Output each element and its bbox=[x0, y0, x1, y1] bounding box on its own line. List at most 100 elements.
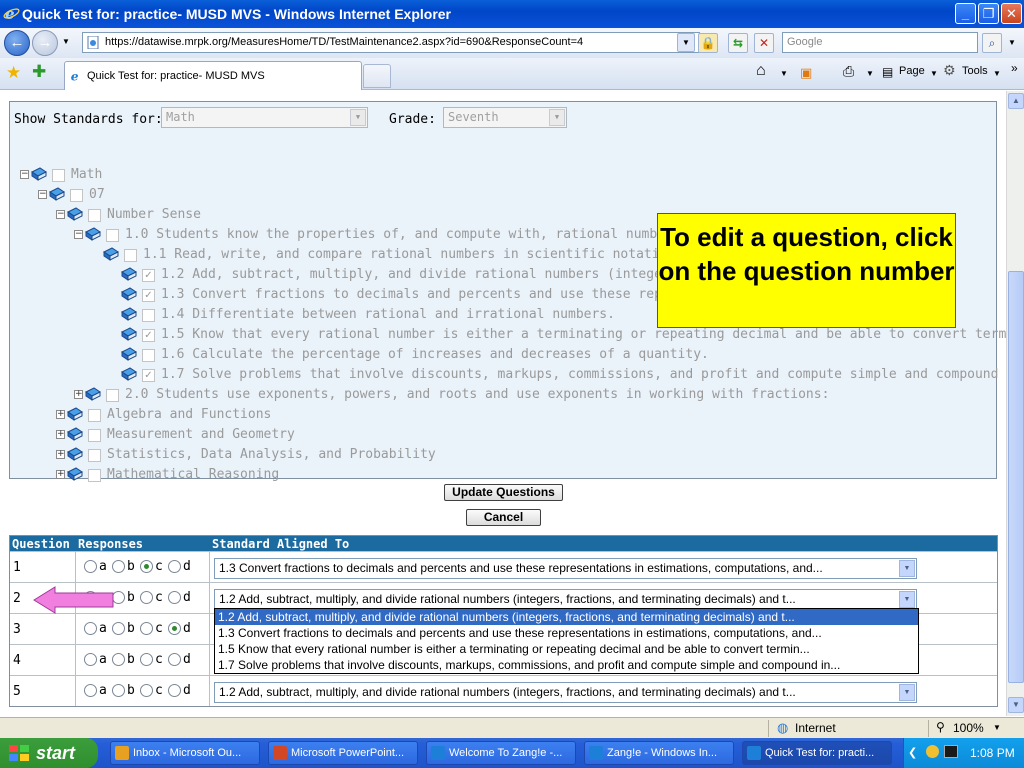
tools-menu[interactable]: Tools bbox=[962, 65, 988, 77]
tree-checkbox[interactable]: ✓ bbox=[142, 269, 155, 282]
standard-dropdown-list[interactable]: 1.2 Add, subtract, multiply, and divide … bbox=[214, 608, 919, 674]
response-radio-b[interactable] bbox=[112, 653, 125, 666]
scroll-up-icon[interactable]: ▲ bbox=[1008, 93, 1024, 109]
response-radio-d[interactable] bbox=[168, 591, 181, 604]
home-icon[interactable]: ⌂ bbox=[756, 62, 766, 80]
stop-button[interactable]: ✕ bbox=[754, 33, 774, 53]
response-radio-a[interactable] bbox=[84, 684, 97, 697]
tree-checkbox[interactable] bbox=[88, 209, 101, 222]
add-favorite-icon[interactable]: ✚ bbox=[32, 62, 46, 82]
print-icon[interactable]: ⎙ bbox=[843, 63, 854, 80]
tree-checkbox[interactable] bbox=[142, 309, 155, 322]
question-number-link[interactable]: 1 bbox=[13, 560, 21, 575]
update-questions-button[interactable]: Update Questions bbox=[444, 484, 563, 501]
tree-checkbox[interactable] bbox=[106, 229, 119, 242]
back-button[interactable]: ← bbox=[4, 30, 30, 56]
response-radio-b[interactable] bbox=[112, 684, 125, 697]
expand-icon[interactable]: + bbox=[56, 450, 65, 459]
feeds-icon[interactable]: ▣ bbox=[800, 65, 812, 81]
response-radio-c[interactable] bbox=[140, 622, 153, 635]
more-commands-icon[interactable]: » bbox=[1011, 61, 1018, 75]
maximize-button[interactable]: ❐ bbox=[978, 3, 999, 24]
recent-pages-dropdown-icon[interactable]: ▼ bbox=[62, 37, 70, 46]
lock-icon[interactable]: 🔒 bbox=[698, 33, 718, 53]
question-number-link[interactable]: 5 bbox=[13, 684, 21, 699]
collapse-icon[interactable]: − bbox=[20, 170, 29, 179]
expand-icon[interactable]: + bbox=[56, 470, 65, 479]
response-radio-c[interactable] bbox=[140, 653, 153, 666]
address-input[interactable]: https://datawise.mrpk.org/MeasuresHome/T… bbox=[82, 32, 700, 53]
question-number-link[interactable]: 4 bbox=[13, 653, 21, 668]
zoom-section[interactable]: ⚲ 100% ▼ bbox=[928, 720, 1024, 737]
response-radio-a[interactable] bbox=[84, 560, 97, 573]
forward-button[interactable]: → bbox=[32, 30, 58, 56]
vertical-scrollbar[interactable]: ▲ ▼ bbox=[1006, 91, 1024, 716]
search-icon[interactable]: ⌕ bbox=[982, 33, 1002, 53]
question-number-link[interactable]: 3 bbox=[13, 622, 21, 637]
home-dropdown-icon[interactable]: ▼ bbox=[780, 69, 788, 78]
response-radio-d[interactable] bbox=[168, 560, 181, 573]
collapse-icon[interactable]: − bbox=[74, 230, 83, 239]
page-menu[interactable]: Page bbox=[899, 65, 925, 77]
tree-checkbox[interactable]: ✓ bbox=[142, 329, 155, 342]
address-dropdown-button[interactable]: ▼ bbox=[677, 33, 695, 52]
response-radio-c[interactable] bbox=[140, 591, 153, 604]
close-button[interactable]: ✕ bbox=[1001, 3, 1022, 24]
tree-checkbox[interactable] bbox=[88, 469, 101, 482]
collapse-icon[interactable]: − bbox=[56, 210, 65, 219]
tree-checkbox[interactable] bbox=[142, 349, 155, 362]
expand-icon[interactable]: + bbox=[56, 430, 65, 439]
print-dropdown-icon[interactable]: ▼ bbox=[866, 69, 874, 78]
tree-checkbox[interactable] bbox=[88, 449, 101, 462]
standard-select[interactable]: 1.3 Convert fractions to decimals and pe… bbox=[214, 558, 917, 579]
scroll-thumb[interactable] bbox=[1008, 271, 1024, 683]
taskbar-item[interactable]: Quick Test for: practi... bbox=[742, 741, 892, 765]
collapse-icon[interactable]: − bbox=[38, 190, 47, 199]
tree-checkbox[interactable] bbox=[70, 189, 83, 202]
minimize-button[interactable]: _ bbox=[955, 3, 976, 24]
favorites-star-icon[interactable]: ★ bbox=[6, 63, 21, 83]
tree-checkbox[interactable] bbox=[88, 409, 101, 422]
tools-dropdown-icon[interactable]: ▼ bbox=[993, 69, 1001, 78]
response-radio-a[interactable] bbox=[84, 653, 97, 666]
dropdown-option[interactable]: 1.7 Solve problems that involve discount… bbox=[215, 657, 918, 673]
expand-icon[interactable]: + bbox=[56, 410, 65, 419]
response-radio-d[interactable] bbox=[168, 622, 181, 635]
cancel-button[interactable]: Cancel bbox=[466, 509, 541, 526]
question-number-link[interactable]: 2 bbox=[13, 591, 21, 606]
tab-quick-test[interactable]: e Quick Test for: practice- MUSD MVS bbox=[64, 61, 362, 90]
grade-select[interactable]: Seventh ▼ bbox=[443, 107, 567, 128]
new-tab-button[interactable] bbox=[363, 64, 391, 88]
standard-select[interactable]: 1.2 Add, subtract, multiply, and divide … bbox=[214, 682, 917, 703]
response-radio-d[interactable] bbox=[168, 653, 181, 666]
start-button[interactable]: start bbox=[0, 738, 98, 768]
response-radio-c[interactable] bbox=[140, 684, 153, 697]
taskbar-item[interactable]: Welcome To Zang!e -... bbox=[426, 741, 576, 765]
tray-clock-app-icon[interactable] bbox=[926, 745, 939, 758]
tree-checkbox[interactable] bbox=[124, 249, 137, 262]
refresh-button[interactable]: ⇆ bbox=[728, 33, 748, 53]
zoom-dropdown-icon[interactable]: ▼ bbox=[993, 723, 1001, 732]
taskbar-item[interactable]: Inbox - Microsoft Ou... bbox=[110, 741, 260, 765]
search-input[interactable]: Google bbox=[782, 32, 978, 53]
response-radio-a[interactable] bbox=[84, 622, 97, 635]
expand-icon[interactable]: + bbox=[74, 390, 83, 399]
scroll-down-icon[interactable]: ▼ bbox=[1008, 697, 1024, 713]
tree-checkbox[interactable]: ✓ bbox=[142, 369, 155, 382]
response-radio-d[interactable] bbox=[168, 684, 181, 697]
dropdown-option[interactable]: 1.2 Add, subtract, multiply, and divide … bbox=[215, 609, 918, 625]
dropdown-option[interactable]: 1.3 Convert fractions to decimals and pe… bbox=[215, 625, 918, 641]
response-radio-c[interactable] bbox=[140, 560, 153, 573]
response-radio-b[interactable] bbox=[112, 622, 125, 635]
taskbar-item[interactable]: Microsoft PowerPoint... bbox=[268, 741, 418, 765]
tree-checkbox[interactable] bbox=[52, 169, 65, 182]
response-radio-b[interactable] bbox=[112, 560, 125, 573]
standard-select[interactable]: 1.2 Add, subtract, multiply, and divide … bbox=[214, 589, 917, 610]
tray-chevron-icon[interactable]: ❮ bbox=[908, 746, 917, 759]
tree-checkbox[interactable] bbox=[106, 389, 119, 402]
tray-monitor-icon[interactable] bbox=[944, 745, 958, 758]
subject-select[interactable]: Math ▼ bbox=[161, 107, 368, 128]
tree-checkbox[interactable] bbox=[88, 429, 101, 442]
taskbar-item[interactable]: Zang!e - Windows In... bbox=[584, 741, 734, 765]
tree-checkbox[interactable]: ✓ bbox=[142, 289, 155, 302]
